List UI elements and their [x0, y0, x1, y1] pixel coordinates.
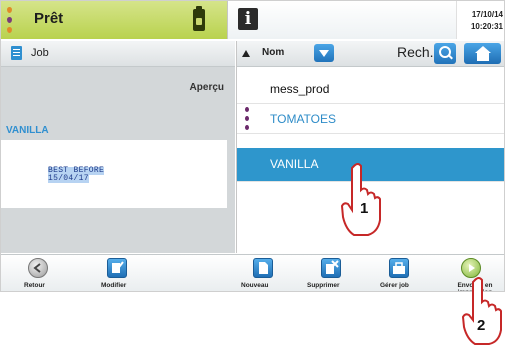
- clock-date: 17/10/14: [471, 10, 503, 19]
- list-item[interactable]: mess_prod: [237, 74, 504, 104]
- status-bar: Prêt i 17/10/14 10:20:31: [1, 1, 504, 39]
- status-title: Prêt: [34, 10, 64, 27]
- clock-time: 10:20:31: [470, 22, 503, 31]
- sort-dropdown-button[interactable]: [314, 44, 334, 62]
- new-label: Nouveau: [241, 282, 269, 289]
- new-button[interactable]: Nouveau: [241, 255, 285, 291]
- ink-cartridge-icon: [193, 6, 205, 31]
- callout-number-1: 1: [360, 200, 369, 217]
- delete-button[interactable]: Supprimer: [307, 255, 355, 291]
- job-document-icon: [11, 46, 22, 60]
- preview-line-2: 15/04/17: [48, 174, 89, 183]
- back-label: Retour: [24, 282, 45, 289]
- printer-screen: Prêt i 17/10/14 10:20:31 Job Aperçu VANI…: [0, 0, 505, 292]
- job-label: Job: [31, 47, 49, 59]
- list-item-label: VANILLA: [270, 157, 319, 171]
- list-item-label: TOMATOES: [270, 112, 337, 126]
- new-document-icon: [253, 258, 273, 278]
- callout-number-2: 2: [477, 317, 486, 334]
- status-panel[interactable]: Prêt: [1, 1, 227, 39]
- back-arrow-icon: [28, 258, 48, 278]
- play-icon: [461, 258, 481, 278]
- message-name: VANILLA: [6, 125, 49, 136]
- sort-label: Nom: [262, 47, 285, 58]
- list-header: Nom Rech.: [237, 41, 504, 67]
- message-preview: BEST BEFORE 15/04/17: [1, 140, 227, 208]
- clock: 17/10/14 10:20:31: [456, 1, 504, 39]
- ink-drops-icon: [6, 7, 14, 35]
- info-area: i: [227, 1, 457, 39]
- delete-document-icon: [321, 258, 341, 278]
- sort-ascending-icon[interactable]: [242, 50, 250, 57]
- callout-hand-1: 1: [340, 162, 384, 243]
- callout-hand-2: 2: [461, 276, 505, 351]
- edit-label: Modifier: [101, 282, 127, 289]
- bottom-toolbar: Retour Modifier Nouveau Supprimer Gérer …: [1, 254, 504, 291]
- search-button[interactable]: [434, 43, 456, 64]
- job-preview-panel: Job Aperçu VANILLA BEST BEFORE 15/04/17: [1, 41, 235, 253]
- back-button[interactable]: Retour: [21, 255, 57, 291]
- info-icon[interactable]: i: [238, 8, 258, 30]
- manage-job-icon: [389, 258, 409, 278]
- job-header: Job: [1, 41, 235, 67]
- preview-label: Aperçu: [189, 82, 224, 93]
- edit-icon: [107, 258, 127, 278]
- delete-label: Supprimer: [307, 282, 340, 289]
- list-item-label: mess_prod: [270, 82, 330, 96]
- search-label: Rech.: [397, 44, 434, 60]
- home-button[interactable]: [464, 43, 501, 64]
- list-item[interactable]: TOMATOES: [237, 104, 504, 134]
- manage-job-button[interactable]: Gérer job: [379, 255, 419, 291]
- manage-job-label: Gérer job: [380, 282, 409, 289]
- pointing-hand-icon: [461, 277, 502, 345]
- ink-drops-icon: [245, 107, 251, 131]
- edit-button[interactable]: Modifier: [97, 255, 137, 291]
